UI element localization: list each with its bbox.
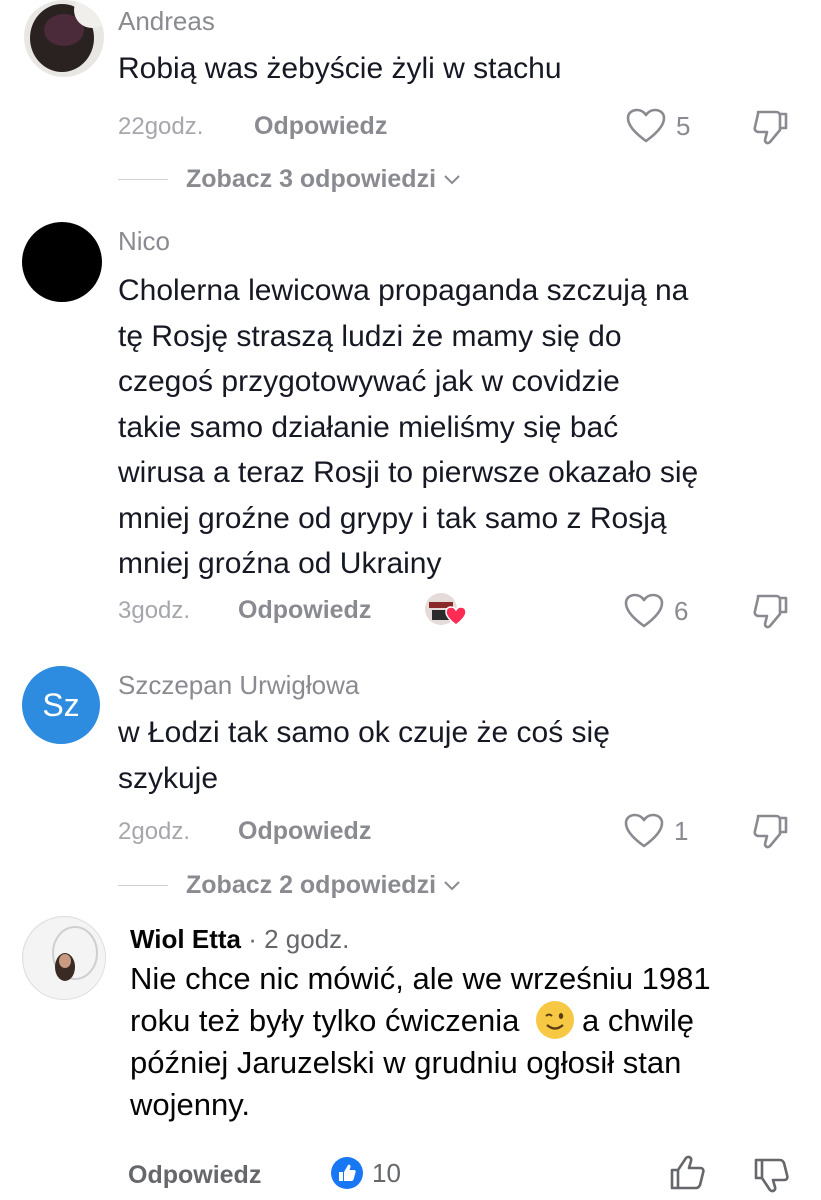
comment-text-line: czegoś przygotowywać jak w covidzie: [118, 365, 620, 398]
creator-avatar-heart-icon: [425, 593, 467, 626]
comment-timestamp: 2godz.: [118, 818, 191, 845]
like-reaction-icon: [331, 1157, 363, 1189]
chevron-down-icon: [444, 880, 460, 890]
comment-timestamp: 3godz.: [118, 597, 191, 624]
comment-username[interactable]: Wiol Etta · 2 godz.: [130, 924, 349, 955]
like-button[interactable]: [668, 1154, 708, 1199]
comment-text-line: takie samo działanie mieliśmy się bać: [118, 410, 619, 444]
comment-text-line: później Jaruzelski w grudniu ogłosił sta…: [130, 1045, 682, 1080]
reaction-count: 10: [372, 1157, 401, 1188]
view-replies-label: Zobacz 3 odpowiedzi: [186, 165, 437, 193]
comment-text-line: szykuje: [118, 761, 219, 795]
reply-button[interactable]: Odpowiedz: [254, 112, 387, 141]
thumbs-down-icon: [753, 594, 788, 629]
like-button[interactable]: 1: [624, 813, 688, 849]
dislike-button[interactable]: [752, 108, 790, 151]
avatar[interactable]: [22, 222, 102, 302]
heart-icon: [624, 593, 664, 628]
like-count: 1: [674, 815, 689, 846]
dislike-button[interactable]: [752, 1154, 792, 1199]
creator-liked-badge: [424, 592, 468, 628]
divider: [118, 885, 168, 886]
thumbs-down-icon: [753, 814, 788, 849]
comment-author[interactable]: Wiol Etta: [130, 924, 241, 954]
comment-username[interactable]: Nico: [118, 226, 170, 257]
reply-button[interactable]: Odpowiedz: [238, 817, 371, 846]
thumbs-down-icon: [754, 1158, 789, 1193]
comment-text: w Łodzi tak samo ok czuje że coś się szy…: [118, 710, 808, 801]
comment-username[interactable]: Andreas: [118, 6, 215, 37]
comment-text: Robią was żebyście żyli w stachu: [118, 52, 562, 85]
like-button[interactable]: 5: [626, 108, 690, 144]
avatar[interactable]: [22, 0, 106, 78]
dislike-button[interactable]: [752, 592, 790, 635]
thumbs-down-icon: [753, 110, 788, 145]
view-replies-label: Zobacz 2 odpowiedzi: [186, 871, 437, 899]
comment-text: Nie chce nic mówić, ale we wrześniu 1981…: [130, 958, 800, 1126]
divider: [118, 179, 168, 180]
comment-text-line: mniej groźna od Ukrainy: [118, 547, 442, 580]
like-count: 5: [676, 110, 691, 141]
comment-text-line: Nie chce nic mówić, ale we wrześniu 1981: [130, 961, 711, 996]
heart-icon: [626, 108, 666, 143]
comment-text-segment: a chwilę: [582, 1003, 694, 1038]
reply-button[interactable]: Odpowiedz: [238, 596, 371, 625]
view-replies-button[interactable]: Zobacz 2 odpowiedzi: [118, 871, 462, 900]
view-replies-button[interactable]: Zobacz 3 odpowiedzi: [118, 165, 462, 194]
winking-face-icon: [536, 1001, 574, 1039]
reply-button[interactable]: Odpowiedz: [128, 1161, 261, 1190]
comment-text-line: mniej groźne od grypy i tak samo z Rosją: [118, 501, 667, 535]
like-count: 6: [674, 595, 689, 626]
comment-timestamp: 22godz.: [118, 113, 204, 140]
dislike-button[interactable]: [752, 812, 790, 855]
thumbs-up-icon: [670, 1155, 705, 1190]
heart-icon: [624, 813, 664, 848]
comment-text-segment: roku też były tylko ćwiczenia: [130, 1003, 520, 1038]
comment-text: Cholerna lewicowa propaganda szczują na …: [118, 268, 808, 587]
comment-username[interactable]: Szczepan Urwigłowa: [118, 670, 359, 701]
comment-timestamp: · 2 godz.: [240, 924, 350, 954]
comment-text-line: tę Rosję straszą ludzi że mamy się do: [118, 319, 622, 353]
comment-text-line: wojenny.: [130, 1087, 251, 1122]
comment-text-line: roku też były tylko ćwiczenia a chwilę: [130, 1000, 800, 1042]
avatar[interactable]: Sz: [22, 666, 100, 744]
reaction-summary[interactable]: 10: [330, 1156, 401, 1190]
comment-text-line: wirusa a teraz Rosji to pierwsze okazało…: [118, 456, 699, 489]
comment-text-line: w Łodzi tak samo ok czuje że coś się: [118, 716, 610, 749]
comment-text-line: Cholerna lewicowa propaganda szczują na: [118, 274, 689, 307]
like-button[interactable]: 6: [624, 593, 688, 629]
avatar-initials: Sz: [42, 686, 80, 723]
chevron-down-icon: [444, 174, 460, 184]
avatar[interactable]: [22, 916, 106, 1000]
